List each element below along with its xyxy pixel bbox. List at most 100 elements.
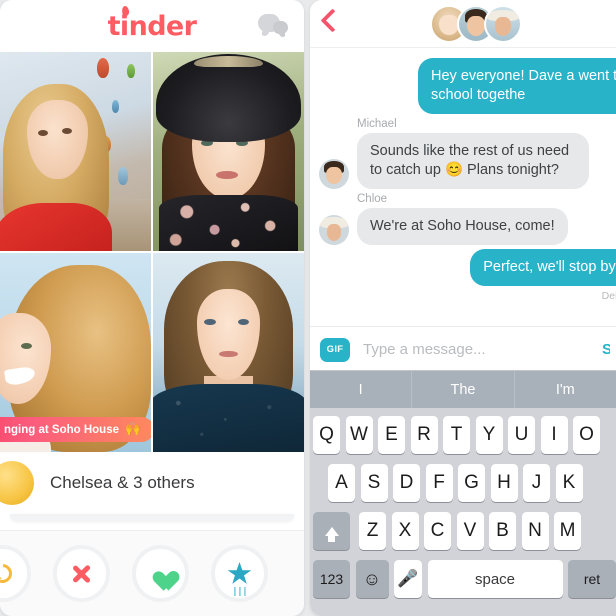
like-button[interactable] [132, 545, 189, 602]
key-a[interactable]: A [328, 464, 355, 502]
screenshot-root: tinder nging at Soho House 🙌 Chelsea & 3… [0, 0, 616, 616]
chat-header [310, 0, 616, 48]
return-key[interactable]: ret [568, 560, 616, 598]
numbers-key[interactable]: 123 [313, 560, 350, 598]
key-c[interactable]: C [424, 512, 451, 550]
key-o[interactable]: O [573, 416, 600, 454]
message-row: Perfect, we'll stop by s [310, 249, 616, 286]
photo-clothing [0, 203, 112, 251]
microphone-key[interactable]: 🎤 [394, 560, 422, 598]
card-stack-shadow [10, 514, 294, 521]
match-name: Chelsea & 3 others [50, 473, 195, 492]
key-x[interactable]: X [391, 512, 419, 550]
send-button[interactable]: Send [602, 341, 610, 358]
space-key[interactable]: space [427, 560, 563, 598]
raised-hands-icon: 🙌 [125, 422, 141, 436]
status-badge-text: nging at Soho House [4, 423, 119, 436]
hot-air-balloon-icon [117, 167, 129, 186]
key-s[interactable]: S [360, 464, 388, 502]
key-q[interactable]: Q [313, 416, 340, 454]
message-group: Perfect, we'll stop by s Delivered [310, 249, 616, 304]
rewind-button[interactable] [0, 545, 31, 602]
match-row[interactable]: Chelsea & 3 others [0, 452, 304, 521]
message-bubble-outgoing[interactable]: Hey everyone! Dave a went to school toge… [418, 58, 616, 114]
photo-lips [219, 350, 238, 358]
nope-button[interactable] [53, 545, 110, 602]
message-bubble-incoming[interactable]: Sounds like the rest of us need to catch… [357, 133, 589, 189]
photo-eye [21, 342, 32, 349]
keyboard-row-1: Q W E R T Y U I O [310, 416, 616, 454]
photo-navy-sweater[interactable] [153, 253, 304, 452]
delivery-status: Delivered [310, 290, 616, 304]
message-list[interactable]: Hey everyone! Dave a went to school toge… [310, 48, 616, 326]
avatar-michael [319, 159, 349, 189]
keyboard-row-2: A S D F G H J K [310, 464, 616, 502]
hot-air-balloon-icon [111, 99, 120, 113]
sender-name: Michael [357, 118, 397, 130]
message-bubble-incoming[interactable]: We're at Soho House, come! [357, 208, 568, 245]
key-y[interactable]: Y [475, 416, 503, 454]
hot-air-balloon-icon [126, 63, 136, 78]
message-group: Chloe We're at Soho House, come! [310, 193, 616, 245]
photo-eye [37, 129, 48, 136]
suggestion-2[interactable]: I'm [515, 371, 616, 408]
message-bubble-outgoing[interactable]: Perfect, we'll stop by s [470, 249, 616, 286]
key-t[interactable]: T [443, 416, 470, 454]
key-h[interactable]: H [490, 464, 518, 502]
superlike-button[interactable] [211, 545, 268, 602]
shift-key[interactable] [313, 512, 350, 550]
tinder-header: tinder [0, 0, 304, 52]
match-photo-grid[interactable]: nging at Soho House 🙌 [0, 52, 304, 452]
photo-curly-beach[interactable]: nging at Soho House 🙌 [0, 253, 151, 452]
key-z[interactable]: Z [359, 512, 386, 550]
autocomplete-bar: I The I'm [310, 370, 616, 408]
star-icon [227, 562, 252, 584]
key-u[interactable]: U [508, 416, 535, 454]
tinder-matches-panel: tinder nging at Soho House 🙌 Chelsea & 3… [0, 0, 304, 616]
avatar-chloe [319, 215, 349, 245]
shift-arrow-icon [324, 526, 339, 542]
photo-hat-floral[interactable] [153, 52, 304, 251]
key-v[interactable]: V [456, 512, 484, 550]
message-input[interactable] [350, 341, 602, 358]
keyboard-row-3: Z X C V B N M [310, 512, 616, 550]
key-n[interactable]: N [521, 512, 549, 550]
photo-clothing [159, 195, 298, 251]
back-chevron-icon[interactable] [320, 8, 345, 33]
close-icon [71, 563, 93, 585]
key-k[interactable]: K [555, 464, 583, 502]
key-i[interactable]: I [540, 416, 568, 454]
avatar-hat [484, 5, 522, 43]
chat-bubble-small [273, 21, 288, 34]
key-j[interactable]: J [523, 464, 550, 502]
key-d[interactable]: D [393, 464, 420, 502]
photo-blonde-balloons[interactable] [0, 52, 151, 251]
key-e[interactable]: E [378, 416, 405, 454]
flame-icon [120, 4, 130, 17]
suggestion-0[interactable]: I [310, 371, 413, 408]
key-b[interactable]: B [489, 512, 516, 550]
key-r[interactable]: R [410, 416, 438, 454]
key-w[interactable]: W [345, 416, 373, 454]
keyboard-rows: Q W E R T Y U I O A S D F G H J K Z X C … [310, 408, 616, 598]
keyboard-row-4: 123 ☺ 🎤 space ret [310, 560, 616, 598]
emoji-key[interactable]: ☺ [355, 560, 389, 598]
photo-eye [237, 318, 249, 326]
group-avatar-stack[interactable] [430, 5, 522, 43]
delivery-status-label: Delivered [601, 290, 616, 302]
key-f[interactable]: F [425, 464, 453, 502]
rewind-icon [0, 560, 16, 587]
tinder-logo: tinder [108, 4, 197, 40]
key-g[interactable]: G [458, 464, 485, 502]
photo-hat-band [193, 55, 264, 68]
avatar [0, 461, 34, 505]
photo-clothing [153, 384, 304, 452]
suggestion-1[interactable]: The [412, 371, 515, 408]
chat-bubbles-icon[interactable] [258, 14, 288, 38]
gif-button[interactable]: GIF [320, 337, 350, 362]
key-m[interactable]: M [554, 512, 581, 550]
message-group: Michael Sounds like the rest of us need … [310, 118, 616, 189]
status-badge[interactable]: nging at Soho House 🙌 [0, 417, 151, 442]
message-row: Hey everyone! Dave a went to school toge… [310, 58, 616, 114]
message-row: Sounds like the rest of us need to catch… [310, 133, 616, 189]
